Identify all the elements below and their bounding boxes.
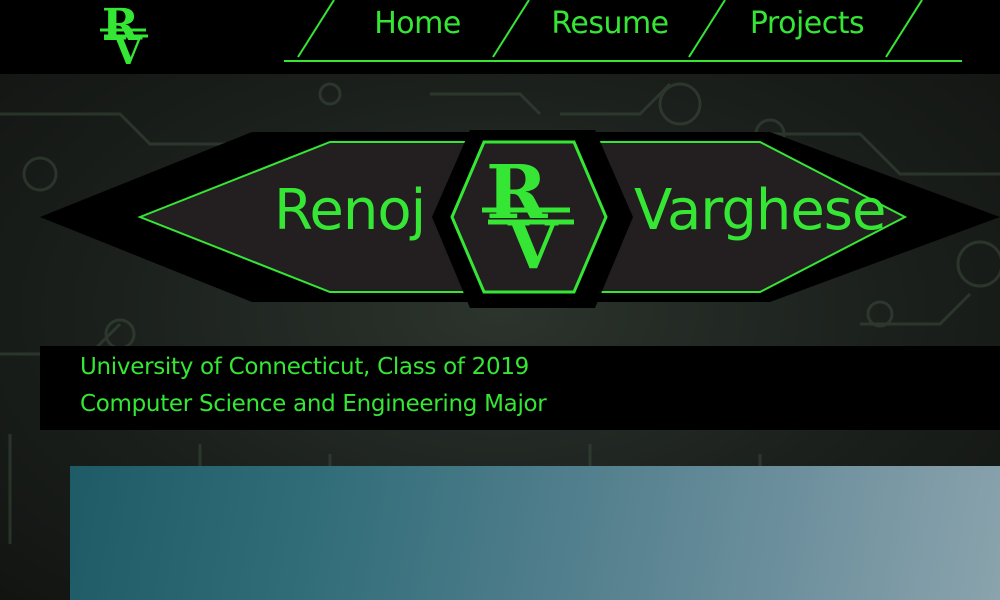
first-name-heading: Renoj [274,178,426,243]
major-text: Computer Science and Engineering Major [80,391,547,417]
last-name-heading: Varghese [634,178,886,243]
education-info-panel: University of Connecticut, Class of 2019… [40,346,1000,430]
rv-monogram-logo-icon: R V [482,154,574,274]
featured-photo [70,466,1000,600]
nav-link-resume[interactable]: Resume [540,4,680,44]
nav-link-home[interactable]: Home [350,4,485,44]
top-navigation-bar: R V Home Resume Projects [0,0,1000,74]
hero-section: Renoj Varghese R V University of Connect… [0,74,1000,600]
nav-link-projects[interactable]: Projects [737,4,877,44]
university-text: University of Connecticut, Class of 2019 [80,354,529,380]
svg-text:V: V [507,209,559,274]
rv-monogram-logo-icon[interactable]: R V [96,0,152,66]
